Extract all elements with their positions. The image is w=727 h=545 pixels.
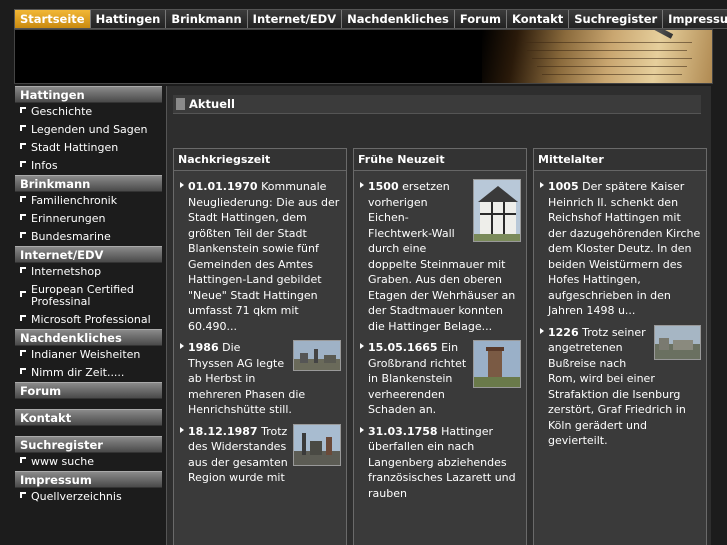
sidebar-head-suchregister[interactable]: Suchregister — [15, 436, 162, 453]
bullet-icon — [20, 232, 26, 238]
news-entry[interactable]: 01.01.1970 Kommunale Neugliederung: Die … — [178, 179, 341, 334]
sidebar-item-familienchronik[interactable]: Familienchronik — [15, 192, 162, 210]
bullet-icon — [20, 143, 26, 149]
arrow-icon — [180, 426, 184, 433]
section-title-bar: Aktuell — [173, 95, 701, 114]
sidebar-head-forum[interactable]: Forum — [15, 382, 162, 399]
column-mittelalter: Mittelalter 1005 Der spätere Kaiser Hein… — [533, 148, 707, 545]
sidebar-item-erinnerungen[interactable]: Erinnerungen — [15, 210, 162, 228]
entry-date[interactable]: 15.05.1665 — [368, 341, 438, 354]
nav-kontakt[interactable]: Kontakt — [507, 10, 570, 28]
column-title[interactable]: Frühe Neuzeit — [354, 149, 526, 171]
news-entry[interactable]: 31.03.1758 Hattinger überfallen ein nach… — [358, 424, 521, 502]
sidebar-item-nimm-dir-zeit[interactable]: Nimm dir Zeit..... — [15, 364, 162, 382]
nav-brinkmann[interactable]: Brinkmann — [166, 10, 248, 28]
bullet-icon — [20, 196, 26, 202]
entry-date[interactable]: 1500 — [368, 180, 399, 193]
nav-nachdenkliches[interactable]: Nachdenkliches — [342, 10, 455, 28]
entry-date[interactable]: 1226 — [548, 326, 579, 339]
news-entry[interactable]: 1226 Trotz seiner angetretenen Bußreise … — [538, 324, 701, 449]
column-title[interactable]: Mittelalter — [534, 149, 706, 171]
castle-tower-photo[interactable] — [473, 340, 521, 388]
entry-date[interactable]: 1986 — [188, 341, 219, 354]
sidebar-item-www-suche[interactable]: www suche — [15, 453, 162, 471]
steelworks-photo[interactable] — [293, 340, 341, 371]
bullet-icon — [20, 368, 26, 374]
news-entry[interactable]: 15.05.1665 Ein Großbrand richtet in Blan… — [358, 340, 521, 418]
section-title: Aktuell — [189, 97, 235, 111]
sidebar-item-bundesmarine[interactable]: Bundesmarine — [15, 228, 162, 246]
sidebar-item-internetshop[interactable]: Internetshop — [15, 263, 162, 281]
arrow-icon — [360, 343, 364, 349]
arrow-icon — [540, 327, 544, 334]
sidebar-item-european-certified[interactable]: European Certified Professinal — [15, 281, 162, 311]
half-timbered-house-photo[interactable] — [473, 179, 521, 242]
sidebar-head-brinkmann[interactable]: Brinkmann — [15, 175, 162, 192]
top-navigation: Startseite Hattingen Brinkmann Internet/… — [14, 9, 727, 29]
arrow-icon — [180, 182, 184, 188]
sidebar-item-stadt-hattingen[interactable]: Stadt Hattingen — [15, 139, 162, 157]
bullet-icon — [20, 315, 26, 321]
sidebar-head-internet[interactable]: Internet/EDV — [15, 246, 162, 263]
sidebar-item-infos[interactable]: Infos — [15, 157, 162, 175]
news-entry[interactable]: 1986 Die Thyssen AG legte ab Herbst in m… — [178, 340, 341, 418]
bullet-icon — [20, 267, 26, 273]
sidebar-head-nachdenkliches[interactable]: Nachdenkliches — [15, 329, 162, 346]
column-title[interactable]: Nachkriegszeit — [174, 149, 346, 171]
nav-hattingen[interactable]: Hattingen — [90, 10, 167, 28]
section-square-icon — [176, 98, 185, 110]
column-fruehe-neuzeit: Frühe Neuzeit 1500 ersetzen vorherigen E… — [353, 148, 527, 545]
entry-date[interactable]: 1005 — [548, 180, 579, 193]
bullet-icon — [20, 291, 26, 297]
sidebar-item-legenden[interactable]: Legenden und Sagen — [15, 121, 162, 139]
header-banner — [14, 29, 713, 84]
sidebar: Hattingen Geschichte Legenden und Sagen … — [15, 86, 162, 506]
bullet-icon — [20, 125, 26, 131]
arrow-icon — [360, 182, 364, 188]
sidebar-item-indianer[interactable]: Indianer Weisheiten — [15, 346, 162, 364]
bullet-icon — [20, 107, 26, 113]
news-entry[interactable]: 1500 ersetzen vorherigen Eichen-Flechtwe… — [358, 179, 521, 334]
entry-date[interactable]: 01.01.1970 — [188, 180, 258, 193]
news-entry[interactable]: 18.12.1987 Trotz des Widerstandes aus de… — [178, 423, 341, 486]
sidebar-head-impressum[interactable]: Impressum — [15, 471, 162, 488]
bullet-icon — [20, 492, 26, 498]
arrow-icon — [540, 182, 544, 188]
entry-date[interactable]: 18.12.1987 — [188, 425, 258, 438]
nav-startseite[interactable]: Startseite — [15, 10, 91, 28]
sidebar-item-geschichte[interactable]: Geschichte — [15, 103, 162, 121]
bullet-icon — [20, 214, 26, 220]
nav-impressum[interactable]: Impressum — [663, 10, 727, 28]
arrow-icon — [360, 426, 364, 433]
sidebar-head-hattingen[interactable]: Hattingen — [15, 86, 162, 103]
news-entry[interactable]: 1005 Der spätere Kaiser Heinrich II. sch… — [538, 179, 701, 319]
bullet-icon — [20, 350, 26, 356]
main-content: Aktuell Nachkriegszeit 01.01.1970 Kommun… — [166, 86, 711, 545]
sidebar-item-microsoft[interactable]: Microsoft Professional — [15, 311, 162, 329]
sidebar-head-kontakt[interactable]: Kontakt — [15, 409, 162, 426]
column-nachkriegszeit: Nachkriegszeit 01.01.1970 Kommunale Neug… — [173, 148, 347, 545]
sidebar-item-quellverzeichnis[interactable]: Quellverzeichnis — [15, 488, 162, 506]
nav-suchregister[interactable]: Suchregister — [569, 10, 664, 28]
arrow-icon — [180, 343, 184, 349]
bullet-icon — [20, 161, 26, 167]
entry-text: Kommunale Neugliederung: Die aus der Sta… — [188, 180, 340, 333]
bullet-icon — [20, 457, 26, 463]
industrial-photo[interactable] — [293, 423, 341, 466]
banner-paper-image — [482, 30, 712, 83]
entry-date[interactable]: 31.03.1758 — [368, 425, 438, 438]
entry-text: Der spätere Kaiser Heinrich II. schenkt … — [548, 180, 701, 317]
nav-internet-edv[interactable]: Internet/EDV — [247, 10, 343, 28]
ruins-photo[interactable] — [654, 324, 701, 360]
nav-forum[interactable]: Forum — [454, 10, 508, 28]
